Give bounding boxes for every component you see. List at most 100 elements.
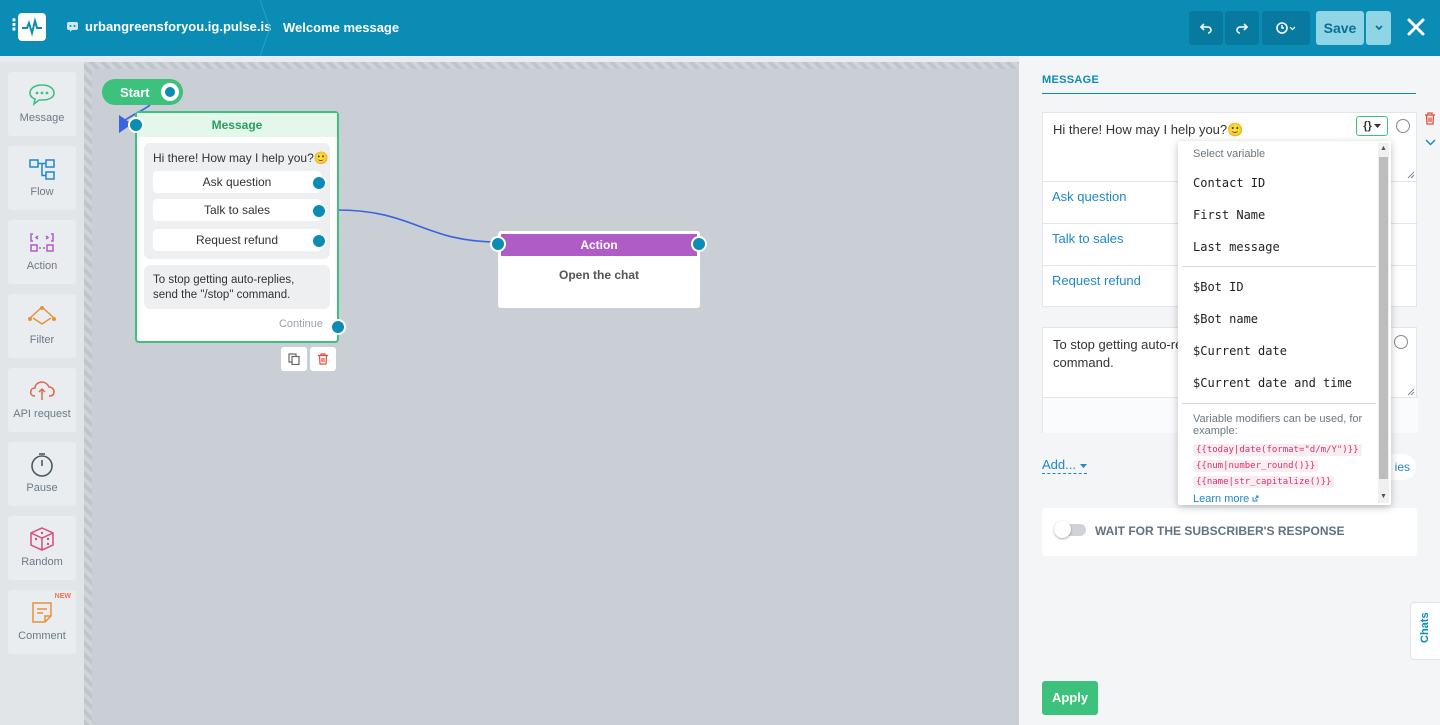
external-link-icon (1252, 495, 1259, 502)
delete-node-button[interactable] (310, 347, 336, 371)
message-input-port[interactable] (128, 117, 144, 133)
tool-label: Message (19, 112, 65, 124)
button-port[interactable] (311, 203, 327, 219)
chats-tab[interactable]: Chats (1410, 602, 1440, 660)
flow-canvas[interactable]: Start Message Hi there! How may I help y… (84, 62, 1019, 725)
node-button-request-refund[interactable]: Request refund (153, 229, 321, 251)
tool-label: Flow (30, 186, 54, 198)
tool-message[interactable]: Message (8, 72, 76, 136)
history-button[interactable] (1262, 11, 1310, 45)
apply-button[interactable]: Apply (1042, 681, 1098, 715)
node-button-talk-to-sales[interactable]: Talk to sales (153, 199, 321, 221)
message-textarea-2[interactable]: To stop getting auto-re command. (1053, 336, 1182, 372)
variable-option[interactable]: Contact ID (1193, 176, 1265, 190)
scrollbar-thumb[interactable] (1379, 157, 1388, 479)
emoji-icon[interactable] (1394, 335, 1408, 349)
start-port[interactable] (161, 83, 179, 101)
insert-variable-button[interactable]: {} (1356, 116, 1388, 136)
modifier-example: {{today|date(format="d/m/Y")}} (1193, 444, 1362, 456)
action-node[interactable]: Action Open the chat (490, 231, 707, 308)
action-icon (30, 233, 54, 252)
variable-braces-icon: {} (1363, 120, 1372, 132)
continue-port[interactable] (330, 319, 346, 335)
flow-icon (29, 159, 55, 180)
variable-option[interactable]: $Current date and time (1193, 376, 1352, 390)
message-node[interactable]: Message Hi there! How may I help you?🙂 A… (128, 111, 346, 343)
timer-icon (31, 453, 53, 477)
tool-api-request[interactable]: API request (8, 368, 76, 432)
variable-option[interactable]: First Name (1193, 208, 1265, 222)
add-label: Add... (1042, 457, 1076, 472)
tool-filter[interactable]: Filter (8, 294, 76, 358)
scroll-down-icon[interactable]: ▼ (1380, 493, 1387, 500)
scroll-up-icon[interactable]: ▲ (1380, 145, 1387, 152)
emoji-icon[interactable] (1396, 119, 1410, 133)
dropdown-scrollbar[interactable]: ▲ ▼ (1378, 143, 1389, 503)
delete-block-icon[interactable] (1424, 112, 1436, 125)
wait-response-card: WAIT FOR THE SUBSCRIBER'S RESPONSE (1042, 508, 1417, 556)
tool-flow[interactable]: Flow (8, 146, 76, 210)
select-variable-dropdown: Select variable Contact ID First Name La… (1178, 141, 1391, 505)
button-port[interactable] (311, 175, 327, 191)
add-block-dropdown[interactable]: Add... (1042, 457, 1087, 474)
tool-pause[interactable]: Pause (8, 442, 76, 506)
action-output-port[interactable] (691, 236, 707, 252)
bot-name: urbangreensforyou.ig.pulse.is (85, 19, 272, 34)
tool-random[interactable]: Random (8, 516, 76, 580)
resize-handle-icon[interactable] (1407, 171, 1415, 179)
bot-icon (67, 22, 78, 32)
save-dropdown-button[interactable] (1366, 11, 1391, 45)
variable-option[interactable]: $Bot name (1193, 312, 1258, 326)
undo-button[interactable] (1189, 11, 1223, 45)
panel-title: MESSAGE (1042, 74, 1100, 86)
start-node[interactable]: Start (102, 79, 183, 105)
message-textarea[interactable]: Hi there! How may I help you?🙂 (1053, 121, 1243, 139)
learn-more-label: Learn more (1193, 493, 1250, 505)
api-request-icon (29, 381, 55, 400)
bot-info[interactable]: urbangreensforyou.ig.pulse.is (66, 19, 271, 34)
variable-option[interactable]: Last message (1193, 240, 1280, 254)
resize-handle-icon[interactable] (1407, 388, 1415, 396)
duplicate-node-button[interactable] (281, 347, 307, 371)
tool-label: Filter (29, 334, 55, 346)
chevron-down-icon (1374, 25, 1383, 31)
variable-option[interactable]: $Bot ID (1193, 280, 1244, 294)
learn-more-link[interactable]: Learn more (1193, 493, 1259, 505)
chats-tab-label: Chats (1419, 612, 1431, 643)
dropdown-divider (1182, 403, 1376, 404)
wait-response-toggle[interactable] (1054, 521, 1086, 538)
chevron-down-icon (1079, 464, 1087, 468)
filter-icon (28, 306, 56, 325)
variable-option[interactable]: $Current date (1193, 344, 1287, 358)
modifier-example: {{num|number_round()}} (1193, 460, 1319, 472)
app-logo[interactable] (18, 13, 46, 41)
action-node-body: Open the chat (558, 268, 639, 282)
redo-button[interactable] (1225, 11, 1259, 45)
close-icon[interactable] (1403, 14, 1429, 40)
dropdown-header: Select variable (1193, 148, 1266, 160)
button-port[interactable] (311, 233, 327, 249)
tool-action[interactable]: Action (8, 220, 76, 284)
tool-label: Random (21, 556, 63, 568)
comment-icon (32, 602, 52, 623)
modifier-example: {{name|str_capitalize()}} (1193, 476, 1335, 488)
toggle-knob (1054, 521, 1071, 538)
action-input-port[interactable] (490, 236, 506, 252)
wait-response-label: WAIT FOR THE SUBSCRIBER'S RESPONSE (1095, 524, 1345, 538)
tools-sidebar: Message Flow Action Filter API request P… (0, 62, 84, 725)
page-title: Welcome message (283, 20, 400, 35)
node-button-ask-question[interactable]: Ask question (153, 171, 321, 193)
tool-label: Comment (18, 630, 66, 642)
message-text: Hi there! How may I help you?🙂 (153, 151, 329, 165)
trash-icon (318, 353, 328, 365)
breadcrumb-separator-icon (259, 0, 271, 56)
save-button[interactable]: Save (1316, 11, 1364, 45)
chevron-down-icon (1373, 123, 1381, 128)
copy-icon (288, 353, 300, 365)
continue-label: Continue (278, 318, 323, 330)
redo-icon (1236, 23, 1249, 34)
tool-comment[interactable]: NEW Comment (8, 590, 76, 654)
undo-icon (1199, 23, 1212, 34)
chevron-down-icon[interactable] (1425, 139, 1436, 146)
chat-bubble-icon (29, 84, 55, 106)
